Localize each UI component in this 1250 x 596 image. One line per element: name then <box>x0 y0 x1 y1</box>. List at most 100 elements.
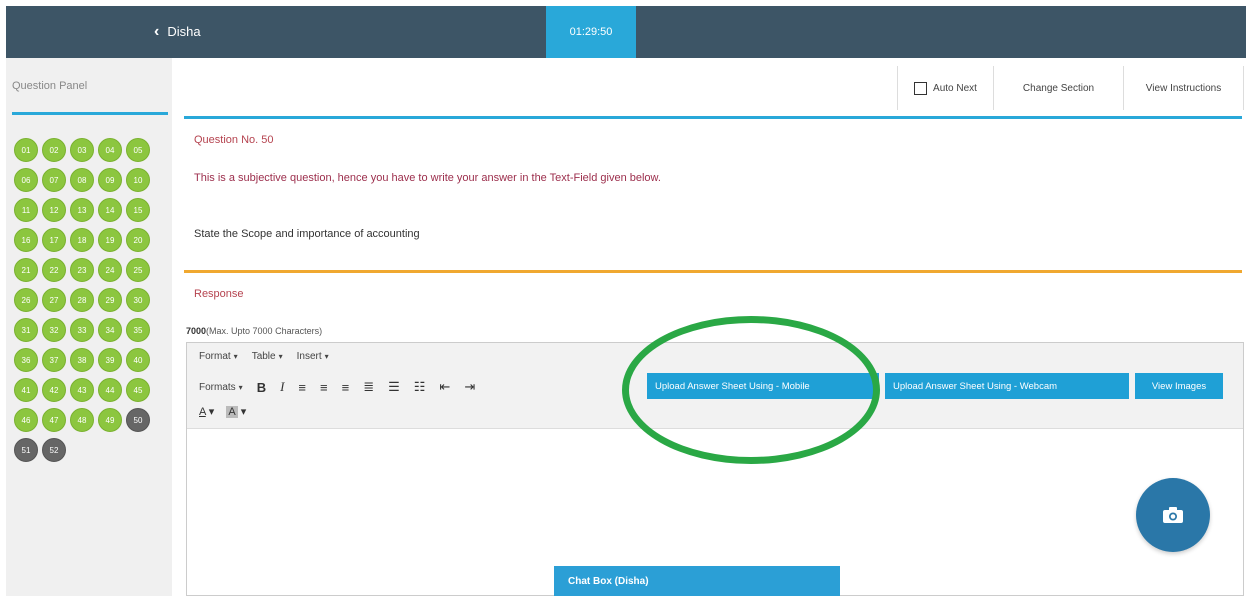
question-button-03[interactable]: 03 <box>70 138 94 162</box>
response-heading: Response <box>194 288 244 300</box>
question-button-06[interactable]: 06 <box>14 168 38 192</box>
chevron-left-icon: ‹ <box>154 22 160 40</box>
question-button-35[interactable]: 35 <box>126 318 150 342</box>
question-grid: 01 02 03 04 05 06 07 08 09 10 11 12 13 14 15 16 17 18 19 20… <box>14 138 174 462</box>
question-text: State the Scope and importance of accoun… <box>194 228 420 240</box>
character-limit-value: 7000 <box>186 326 207 336</box>
editor-format-row: Formats ▾ B I ≡ ≡ ≡ ≣ ☰ ☷ ⇤ ⇥ <box>199 379 475 395</box>
question-button-33[interactable]: 33 <box>70 318 94 342</box>
character-limit-text: (Max. Upto 7000 Characters) <box>206 326 323 336</box>
question-button-30[interactable]: 30 <box>126 288 150 312</box>
menu-format[interactable]: Format ▾ <box>199 351 238 362</box>
question-button-39[interactable]: 39 <box>98 348 122 372</box>
caret-down-icon: ▾ <box>238 382 243 392</box>
question-button-32[interactable]: 32 <box>42 318 66 342</box>
menu-format-label: Format <box>199 351 231 362</box>
question-button-50[interactable]: 50 <box>126 408 150 432</box>
top-bar: ‹ Disha 01:29:50 <box>6 6 1246 58</box>
menu-table[interactable]: Table ▾ <box>252 351 283 362</box>
question-button-25[interactable]: 25 <box>126 258 150 282</box>
formats-dropdown[interactable]: Formats ▾ <box>199 382 243 393</box>
question-button-21[interactable]: 21 <box>14 258 38 282</box>
question-button-01[interactable]: 01 <box>14 138 38 162</box>
auto-next-checkbox[interactable] <box>914 81 928 95</box>
question-button-13[interactable]: 13 <box>70 198 94 222</box>
exam-screen: ‹ Disha 01:29:50 Question Panel 01 02 03 04… <box>0 0 1250 596</box>
question-button-37[interactable]: 37 <box>42 348 66 372</box>
question-button-04[interactable]: 04 <box>98 138 122 162</box>
question-button-42[interactable]: 42 <box>42 378 66 402</box>
question-button-15[interactable]: 15 <box>126 198 150 222</box>
question-panel: Question Panel 01 02 03 04 05 06 07 08 09 10 11 12 1… <box>6 58 172 596</box>
question-button-11[interactable]: 11 <box>14 198 38 222</box>
question-button-38[interactable]: 38 <box>70 348 94 372</box>
auto-next-label: Auto Next <box>933 82 977 94</box>
italic-icon[interactable]: I <box>280 379 284 395</box>
question-button-41[interactable]: 41 <box>14 378 38 402</box>
question-button-10[interactable]: 10 <box>126 168 150 192</box>
question-button-48[interactable]: 48 <box>70 408 94 432</box>
question-button-14[interactable]: 14 <box>98 198 122 222</box>
question-button-28[interactable]: 28 <box>70 288 94 312</box>
view-images-button[interactable]: View Images <box>1135 373 1223 399</box>
back-button[interactable]: ‹ Disha <box>154 22 201 40</box>
question-button-27[interactable]: 27 <box>42 288 66 312</box>
question-button-20[interactable]: 20 <box>126 228 150 252</box>
question-button-19[interactable]: 19 <box>98 228 122 252</box>
numbered-list-icon[interactable]: ☷ <box>414 379 426 395</box>
question-button-22[interactable]: 22 <box>42 258 66 282</box>
question-button-05[interactable]: 05 <box>126 138 150 162</box>
upload-mobile-button[interactable]: Upload Answer Sheet Using - Mobile <box>647 373 879 399</box>
question-button-17[interactable]: 17 <box>42 228 66 252</box>
change-section-button[interactable]: Change Section <box>994 66 1124 110</box>
question-button-49[interactable]: 49 <box>98 408 122 432</box>
question-button-43[interactable]: 43 <box>70 378 94 402</box>
question-button-18[interactable]: 18 <box>70 228 94 252</box>
panel-divider <box>12 112 168 115</box>
exam-timer: 01:29:50 <box>546 6 636 58</box>
menu-insert-label: Insert <box>296 351 322 362</box>
camera-button[interactable] <box>1136 478 1210 552</box>
question-button-36[interactable]: 36 <box>14 348 38 372</box>
question-button-46[interactable]: 46 <box>14 408 38 432</box>
align-left-icon[interactable]: ≡ <box>298 380 306 395</box>
question-button-29[interactable]: 29 <box>98 288 122 312</box>
auto-next-toggle[interactable]: Auto Next <box>898 66 994 110</box>
question-button-23[interactable]: 23 <box>70 258 94 282</box>
question-button-16[interactable]: 16 <box>14 228 38 252</box>
menu-insert[interactable]: Insert ▾ <box>297 351 329 362</box>
question-button-31[interactable]: 31 <box>14 318 38 342</box>
view-instructions-button[interactable]: View Instructions <box>1124 66 1244 110</box>
question-button-26[interactable]: 26 <box>14 288 38 312</box>
question-button-24[interactable]: 24 <box>98 258 122 282</box>
question-button-02[interactable]: 02 <box>42 138 66 162</box>
background-color-icon[interactable]: A ▾ <box>226 405 246 418</box>
question-button-12[interactable]: 12 <box>42 198 66 222</box>
question-button-52[interactable]: 52 <box>42 438 66 462</box>
main-content: Auto Next Change Section View Instructio… <box>184 58 1244 596</box>
bold-icon[interactable]: B <box>257 380 266 395</box>
caret-down-icon: ▾ <box>278 352 283 361</box>
upload-webcam-button[interactable]: Upload Answer Sheet Using - Webcam <box>885 373 1129 399</box>
top-actions: Auto Next Change Section View Instructio… <box>897 66 1244 110</box>
question-button-47[interactable]: 47 <box>42 408 66 432</box>
question-button-40[interactable]: 40 <box>126 348 150 372</box>
question-button-08[interactable]: 08 <box>70 168 94 192</box>
question-button-51[interactable]: 51 <box>14 438 38 462</box>
text-color-icon[interactable]: A ▾ <box>199 405 214 418</box>
question-button-09[interactable]: 09 <box>98 168 122 192</box>
editor-toolbar: Format ▾ Table ▾ Insert ▾ Formats ▾ B I ≡ ≡ … <box>187 343 1243 429</box>
indent-icon[interactable]: ⇥ <box>464 379 475 395</box>
align-justify-icon[interactable]: ≣ <box>363 379 374 395</box>
question-button-44[interactable]: 44 <box>98 378 122 402</box>
caret-down-icon: ▾ <box>233 352 238 361</box>
question-button-07[interactable]: 07 <box>42 168 66 192</box>
question-button-45[interactable]: 45 <box>126 378 150 402</box>
editor-color-row: A ▾ A ▾ <box>199 405 246 418</box>
align-right-icon[interactable]: ≡ <box>342 380 350 395</box>
question-button-34[interactable]: 34 <box>98 318 122 342</box>
chat-box-header[interactable]: Chat Box (Disha) <box>554 566 840 596</box>
align-center-icon[interactable]: ≡ <box>320 380 328 395</box>
bullet-list-icon[interactable]: ☰ <box>388 379 400 395</box>
outdent-icon[interactable]: ⇤ <box>439 379 450 395</box>
